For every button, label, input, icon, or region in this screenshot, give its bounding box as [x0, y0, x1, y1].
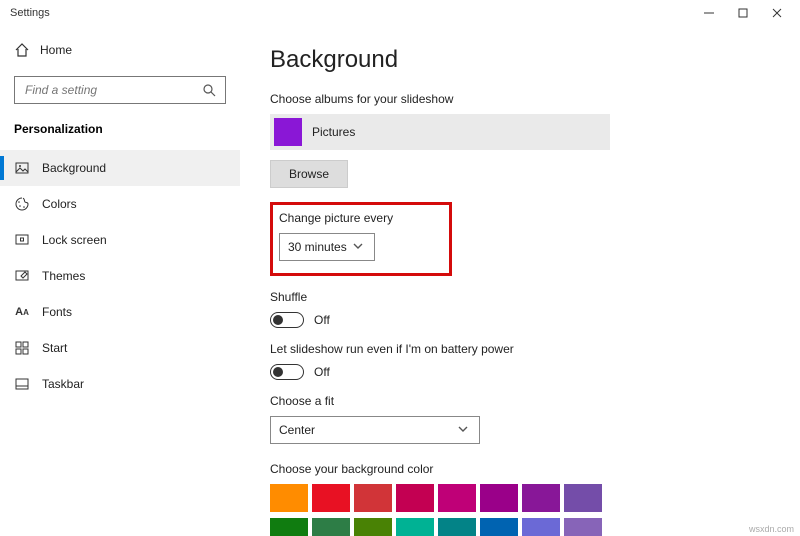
- album-thumbnail: [274, 118, 302, 146]
- home-label: Home: [40, 43, 72, 57]
- sidebar-item-taskbar[interactable]: Taskbar: [0, 366, 240, 402]
- colors-row-1: [270, 484, 770, 512]
- change-picture-highlight: Change picture every 30 minutes: [270, 202, 452, 276]
- chevron-down-icon: [350, 238, 366, 257]
- titlebar: Settings: [0, 0, 800, 26]
- sidebar-item-colors[interactable]: Colors: [0, 186, 240, 222]
- color-swatch[interactable]: [564, 518, 602, 536]
- start-icon: [14, 340, 30, 356]
- main-content: Background Choose albums for your slides…: [240, 26, 800, 536]
- fit-value: Center: [279, 423, 315, 437]
- sidebar-item-fonts[interactable]: AA Fonts: [0, 294, 240, 330]
- close-button[interactable]: [760, 0, 794, 26]
- color-swatch[interactable]: [522, 518, 560, 536]
- color-swatch[interactable]: [270, 484, 308, 512]
- battery-state: Off: [314, 365, 330, 379]
- color-swatch[interactable]: [396, 518, 434, 536]
- sidebar-item-themes[interactable]: Themes: [0, 258, 240, 294]
- sidebar-item-label: Start: [42, 341, 67, 355]
- watermark: wsxdn.com: [749, 524, 794, 534]
- color-swatch[interactable]: [438, 484, 476, 512]
- taskbar-icon: [14, 376, 30, 392]
- color-swatch[interactable]: [396, 484, 434, 512]
- shuffle-label: Shuffle: [270, 290, 770, 304]
- sidebar-item-lockscreen[interactable]: Lock screen: [0, 222, 240, 258]
- chevron-down-icon: [455, 421, 471, 440]
- window-buttons: [692, 0, 794, 26]
- color-swatch[interactable]: [354, 518, 392, 536]
- palette-icon: [14, 196, 30, 212]
- sidebar-item-label: Lock screen: [42, 233, 107, 247]
- sidebar-item-start[interactable]: Start: [0, 330, 240, 366]
- fit-label: Choose a fit: [270, 394, 770, 408]
- color-swatch[interactable]: [522, 484, 560, 512]
- shuffle-toggle[interactable]: [270, 312, 304, 328]
- search-input[interactable]: [14, 76, 226, 104]
- lock-icon: [14, 232, 30, 248]
- fonts-icon: AA: [14, 304, 30, 320]
- search-field[interactable]: [23, 82, 201, 98]
- sidebar: Home Personalization Background Colors L…: [0, 26, 240, 536]
- sidebar-item-label: Themes: [42, 269, 85, 283]
- color-swatch[interactable]: [312, 518, 350, 536]
- shuffle-state: Off: [314, 313, 330, 327]
- color-swatch[interactable]: [564, 484, 602, 512]
- colors-row-2: [270, 518, 770, 536]
- color-swatch[interactable]: [480, 484, 518, 512]
- color-swatch[interactable]: [354, 484, 392, 512]
- fit-dropdown[interactable]: Center: [270, 416, 480, 444]
- home-icon: [14, 42, 30, 58]
- battery-toggle[interactable]: [270, 364, 304, 380]
- change-every-value: 30 minutes: [288, 240, 347, 254]
- change-every-dropdown[interactable]: 30 minutes: [279, 233, 375, 261]
- sidebar-item-label: Taskbar: [42, 377, 84, 391]
- album-selection[interactable]: Pictures: [270, 114, 610, 150]
- section-title: Personalization: [0, 108, 240, 142]
- sidebar-item-label: Fonts: [42, 305, 72, 319]
- color-swatch[interactable]: [312, 484, 350, 512]
- change-every-label: Change picture every: [279, 211, 393, 225]
- battery-label: Let slideshow run even if I'm on battery…: [270, 342, 770, 356]
- minimize-button[interactable]: [692, 0, 726, 26]
- sidebar-item-label: Colors: [42, 197, 77, 211]
- color-swatch[interactable]: [480, 518, 518, 536]
- color-swatch[interactable]: [270, 518, 308, 536]
- window-title: Settings: [6, 7, 50, 19]
- sidebar-item-background[interactable]: Background: [0, 150, 240, 186]
- sidebar-item-label: Background: [42, 161, 106, 175]
- browse-button[interactable]: Browse: [270, 160, 348, 188]
- page-title: Background: [270, 46, 770, 74]
- picture-icon: [14, 160, 30, 176]
- color-label: Choose your background color: [270, 462, 770, 476]
- maximize-button[interactable]: [726, 0, 760, 26]
- search-icon: [201, 82, 217, 98]
- home-link[interactable]: Home: [0, 34, 240, 66]
- themes-icon: [14, 268, 30, 284]
- choose-albums-label: Choose albums for your slideshow: [270, 92, 770, 106]
- color-swatch[interactable]: [438, 518, 476, 536]
- album-name: Pictures: [312, 125, 355, 139]
